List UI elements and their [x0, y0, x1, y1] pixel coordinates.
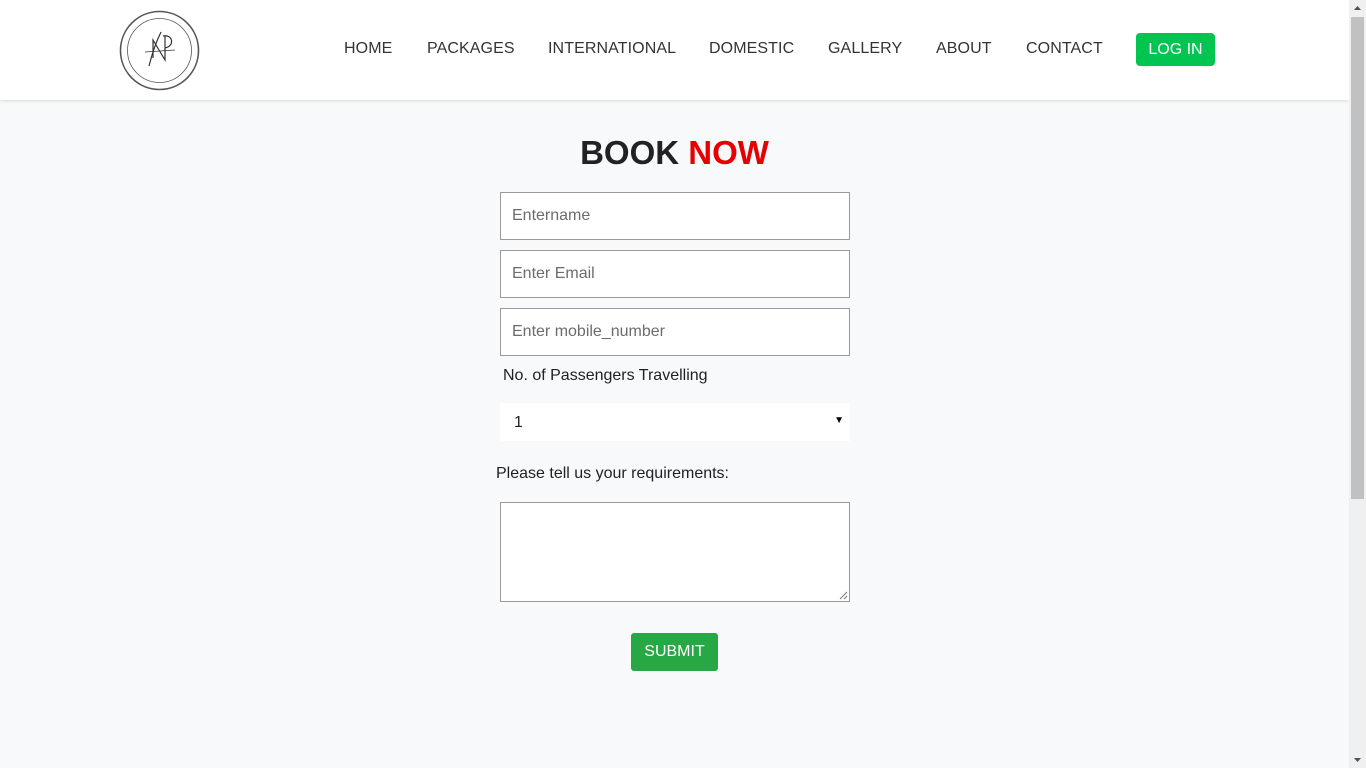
navbar: HOME PACKAGES INTERNATIONAL DOMESTIC GAL…: [0, 0, 1349, 100]
resize-grip-icon[interactable]: [839, 591, 848, 600]
requirements-label: Please tell us your requirements:: [496, 465, 729, 482]
requirements-textarea[interactable]: [500, 502, 850, 602]
login-button[interactable]: LOG IN: [1136, 33, 1215, 66]
nav-domestic[interactable]: DOMESTIC: [709, 40, 794, 58]
page-title: BOOK NOW: [0, 134, 1349, 172]
dropdown-arrow-icon: ▼: [834, 415, 844, 426]
nav-international[interactable]: INTERNATIONAL: [548, 40, 676, 58]
nav-gallery[interactable]: GALLERY: [828, 40, 902, 58]
nav-packages[interactable]: PACKAGES: [427, 40, 515, 58]
page: HOME PACKAGES INTERNATIONAL DOMESTIC GAL…: [0, 0, 1349, 768]
title-accent: NOW: [688, 134, 769, 171]
passengers-select-value: 1: [514, 414, 523, 431]
nav-about[interactable]: ABOUT: [936, 40, 992, 58]
scroll-up-arrow-icon[interactable]: [1349, 0, 1366, 17]
title-main: BOOK: [580, 134, 680, 171]
nav-home[interactable]: HOME: [344, 40, 392, 58]
nav-contact[interactable]: CONTACT: [1026, 40, 1103, 58]
scroll-down-arrow-icon[interactable]: [1349, 751, 1366, 768]
email-input[interactable]: [500, 250, 850, 298]
passengers-label: No. of Passengers Travelling: [503, 367, 708, 384]
mobile-input[interactable]: [500, 308, 850, 356]
alvi-tourism-logo-icon: [119, 10, 200, 91]
logo[interactable]: [119, 10, 200, 91]
submit-button[interactable]: SUBMIT: [631, 633, 718, 671]
vertical-scrollbar[interactable]: [1349, 0, 1366, 768]
name-input[interactable]: [500, 192, 850, 240]
scrollbar-thumb[interactable]: [1351, 17, 1364, 499]
passengers-select[interactable]: 1 ▼: [500, 403, 850, 441]
